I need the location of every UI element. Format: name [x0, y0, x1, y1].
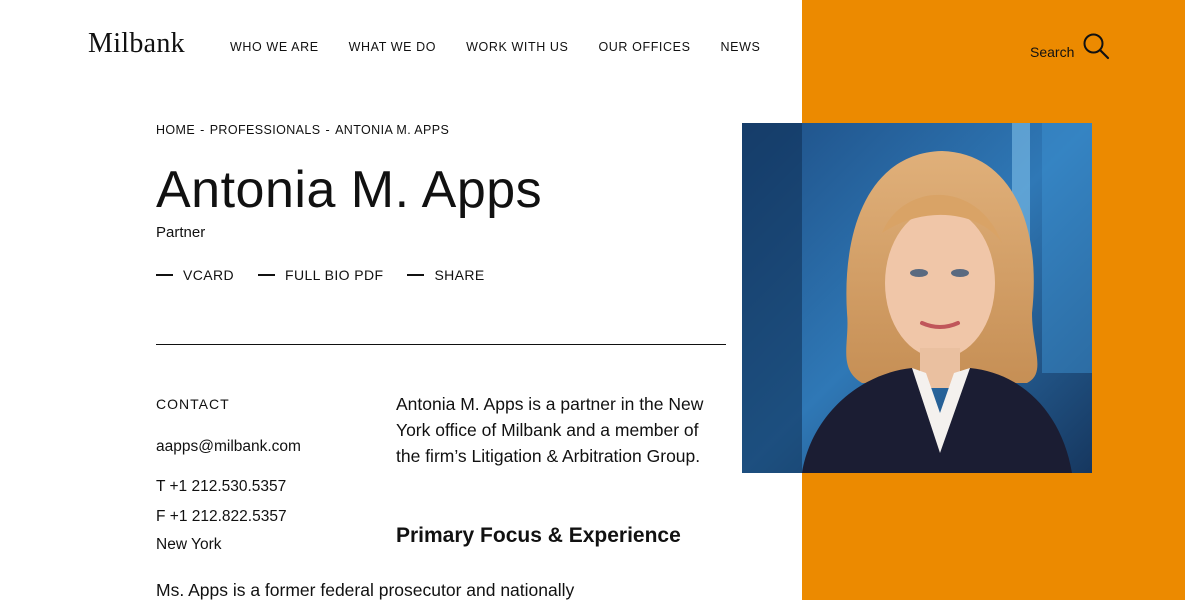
dash-icon — [156, 274, 173, 276]
nav-what-we-do[interactable]: WHAT WE DO — [349, 40, 436, 54]
dash-icon — [258, 274, 276, 276]
profile-actions: VCARD FULL BIO PDF SHARE — [156, 267, 509, 283]
nav-work-with-us[interactable]: WORK WITH US — [466, 40, 568, 54]
nav-our-offices[interactable]: OUR OFFICES — [598, 40, 690, 54]
vcard-link[interactable]: VCARD — [156, 267, 234, 283]
fax-number: F +1 212.822.5357 — [156, 508, 287, 525]
phone-number[interactable]: T +1 212.530.5357 — [156, 478, 286, 496]
search-label[interactable]: Search — [1030, 44, 1074, 60]
vcard-label[interactable]: VCARD — [183, 267, 234, 283]
page-title: Antonia M. Apps — [156, 161, 543, 219]
bio-paragraph: Ms. Apps is a former federal prosecutor … — [156, 580, 575, 600]
share-label[interactable]: SHARE — [434, 267, 484, 283]
breadcrumb-professionals[interactable]: PROFESSIONALS — [210, 123, 321, 137]
search-icon[interactable] — [1082, 32, 1110, 65]
profile-photo — [742, 123, 1092, 473]
dash-icon — [407, 274, 425, 276]
full-bio-pdf-link[interactable]: FULL BIO PDF — [258, 267, 383, 283]
bio-intro: Antonia M. Apps is a partner in the New … — [396, 394, 704, 466]
professional-title: Partner — [156, 224, 206, 241]
section-divider — [156, 344, 726, 345]
breadcrumb-home[interactable]: HOME — [156, 123, 195, 137]
search-button[interactable]: Search — [1030, 32, 1110, 65]
focus-heading: Primary Focus & Experience — [396, 524, 681, 547]
office-city[interactable]: New York — [156, 536, 221, 554]
full-bio-pdf-label[interactable]: FULL BIO PDF — [285, 267, 383, 283]
main-nav: WHO WE ARE WHAT WE DO WORK WITH US OUR O… — [230, 40, 790, 54]
milbank-logo[interactable]: Milbank — [88, 28, 185, 60]
email-link[interactable]: aapps@milbank.com — [156, 438, 301, 456]
breadcrumb: HOME - PROFESSIONALS - ANTONIA M. APPS — [156, 123, 449, 137]
nav-news[interactable]: NEWS — [721, 40, 761, 54]
contact-heading: CONTACT — [156, 396, 230, 412]
breadcrumb-current: ANTONIA M. APPS — [335, 123, 450, 137]
share-link[interactable]: SHARE — [407, 267, 484, 283]
nav-who-we-are[interactable]: WHO WE ARE — [230, 40, 319, 54]
breadcrumb-separator: - — [200, 123, 205, 137]
breadcrumb-separator: - — [325, 123, 331, 137]
